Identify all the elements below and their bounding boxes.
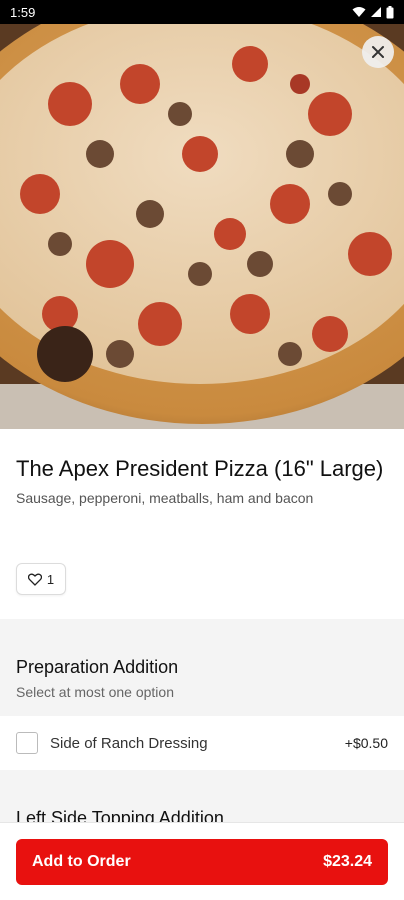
status-bar: 1:59 — [0, 0, 404, 24]
item-photo — [0, 24, 404, 429]
signal-icon — [371, 7, 381, 17]
heart-icon — [27, 573, 42, 586]
option-checkbox[interactable] — [16, 732, 38, 754]
wifi-icon — [352, 7, 366, 17]
left-topping-section-header: Left Side Topping Addition — [0, 770, 404, 830]
item-title: The Apex President Pizza (16" Large) — [16, 456, 384, 481]
add-to-order-label: Add to Order — [32, 853, 131, 870]
close-icon — [372, 46, 384, 58]
bottom-bar: Add to Order $23.24 — [0, 822, 404, 900]
option-price: +$0.50 — [344, 735, 388, 751]
item-description: Sausage, pepperoni, meatballs, ham and b… — [16, 490, 314, 506]
order-total: $23.24 — [323, 853, 372, 870]
item-info: The Apex President Pizza (16" Large) Sau… — [0, 429, 404, 619]
like-button[interactable]: 1 — [16, 563, 66, 595]
option-label: Side of Ranch Dressing — [50, 734, 208, 752]
section-subtitle: Select at most one option — [16, 684, 174, 700]
add-to-order-button[interactable]: Add to Order $23.24 — [16, 839, 388, 885]
like-count: 1 — [46, 571, 55, 587]
option-row[interactable]: Side of Ranch Dressing +$0.50 — [0, 716, 404, 770]
section-title: Preparation Addition — [16, 657, 179, 677]
close-button[interactable] — [362, 36, 394, 68]
preparation-section-header: Preparation Addition Select at most one … — [0, 619, 404, 716]
battery-icon — [386, 5, 394, 18]
pizza-image — [0, 24, 404, 429]
status-icons — [352, 5, 394, 19]
status-time: 1:59 — [10, 4, 36, 20]
